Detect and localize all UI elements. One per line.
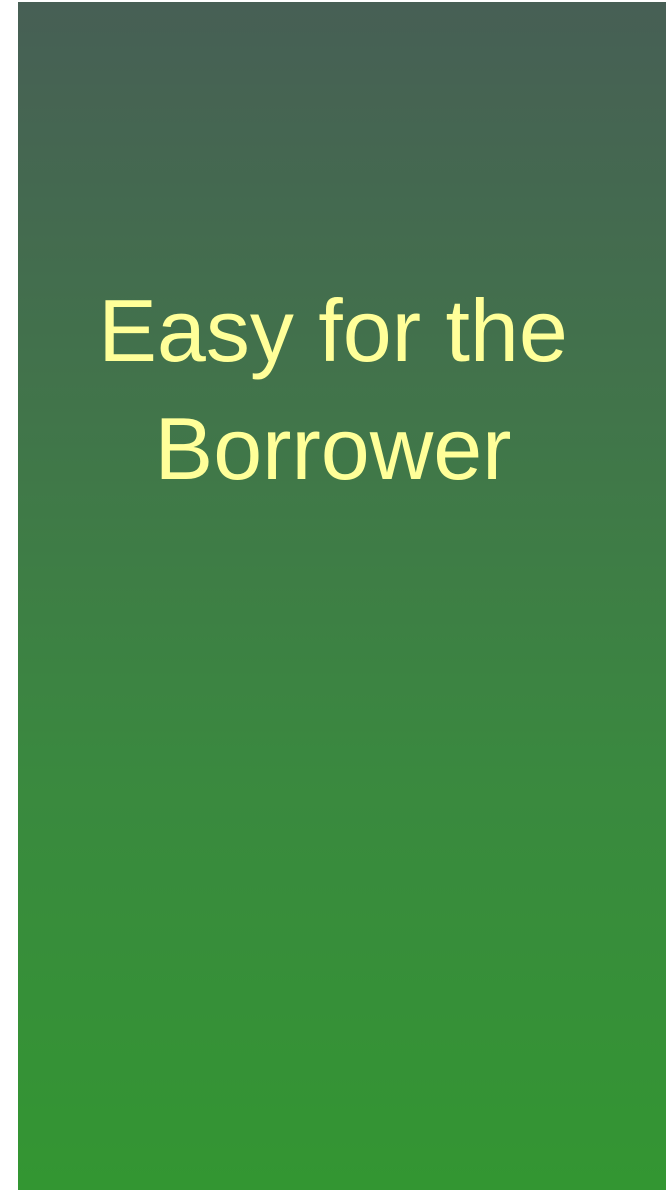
slide-title: Easy for the Borrower <box>18 272 648 508</box>
slide-title-line-2: Borrower <box>154 399 512 498</box>
slide-panel: Easy for the Borrower <box>18 2 666 1190</box>
page: Easy for the Borrower <box>0 0 666 1191</box>
slide-title-line-1: Easy for the <box>98 281 568 380</box>
